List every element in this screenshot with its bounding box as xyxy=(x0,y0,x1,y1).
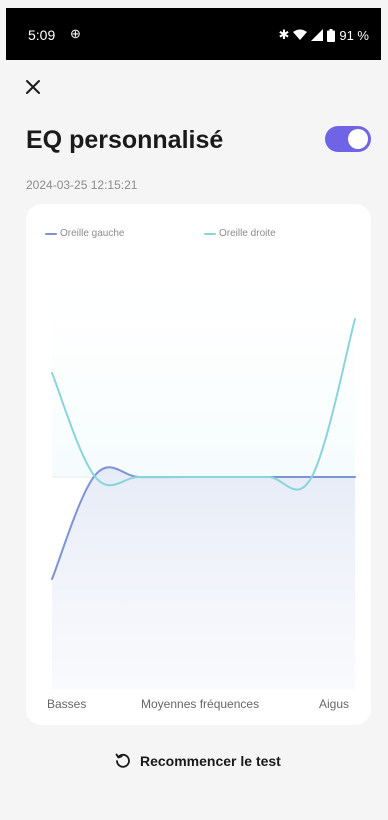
page-title: EQ personnalisé xyxy=(26,126,224,154)
status-icons: ✱ 91 % xyxy=(278,27,369,43)
eq-toggle[interactable] xyxy=(325,126,371,152)
plot-upper-band xyxy=(52,244,355,477)
battery-icon xyxy=(327,28,336,42)
plot-area-fill xyxy=(52,467,355,689)
x-label-bass: Basses xyxy=(47,697,87,711)
x-label-treble: Aigus xyxy=(319,697,350,711)
restart-icon xyxy=(115,753,130,768)
restart-test-button[interactable]: Recommencer le test xyxy=(114,752,281,770)
signal-icon xyxy=(311,29,324,41)
timestamp: 2024-03-25 12:15:21 xyxy=(26,178,138,192)
battery-percent: 91 % xyxy=(339,27,369,43)
close-icon[interactable] xyxy=(20,74,46,100)
restart-label: Recommencer le test xyxy=(140,753,281,769)
x-label-mid: Moyennes fréquences xyxy=(141,697,260,711)
eq-chart xyxy=(51,244,356,689)
bluetooth-icon: ✱ xyxy=(278,27,290,42)
settings-status-icon: ⊕ xyxy=(70,26,81,41)
screen: 5:09 ⊕ ✱ 91 % EQ personnalisé 2024-03-25… xyxy=(6,8,381,820)
status-bar: 5:09 ⊕ ✱ 91 % xyxy=(6,8,381,60)
wifi-icon xyxy=(293,29,308,40)
toggle-knob xyxy=(348,129,368,149)
status-time: 5:09 xyxy=(28,27,56,43)
